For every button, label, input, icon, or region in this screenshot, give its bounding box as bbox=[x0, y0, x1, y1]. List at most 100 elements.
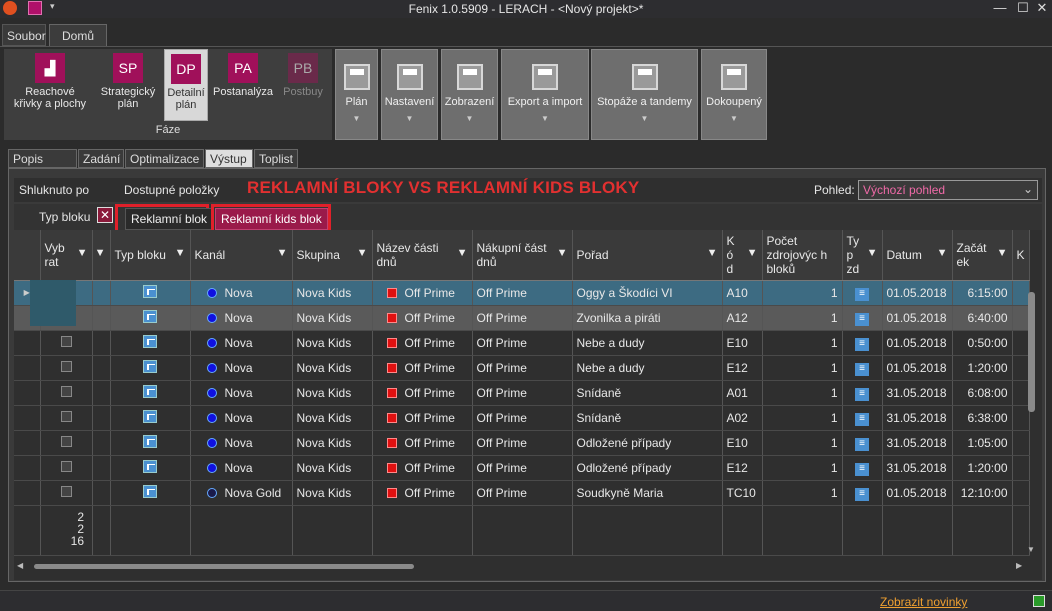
channel-name: Nova Gold bbox=[224, 485, 282, 500]
export-import-menu-button[interactable]: Export a import ▼ bbox=[501, 49, 589, 140]
col-extra[interactable]: K bbox=[1012, 230, 1030, 281]
table-row[interactable]: ▶✓NovaNova KidsOff PrimeOff PrimeOggy a … bbox=[14, 280, 1030, 306]
row-indicator[interactable] bbox=[14, 355, 41, 381]
select-checkbox[interactable] bbox=[60, 410, 72, 422]
table-row[interactable]: Nova Nova Kids Off Prime Off Prime Nebe a du… bbox=[14, 330, 1030, 356]
chip-reklamni-blok[interactable]: Reklamní blok bbox=[125, 208, 214, 230]
detailed-plan-button[interactable]: DP Detailní plán bbox=[164, 49, 208, 121]
chip-reklamni-kids-blok[interactable]: Reklamní kids blok bbox=[215, 208, 328, 230]
filter-icon[interactable]: ▼ bbox=[457, 246, 468, 260]
select-cell[interactable] bbox=[40, 480, 93, 506]
maximize-button[interactable]: ☐ bbox=[1013, 0, 1033, 16]
tab-toplist[interactable]: Toplist bbox=[254, 149, 298, 168]
table-row[interactable]: Nova Gold Nova Kids Off Prime Off Prime Soud… bbox=[14, 480, 1030, 506]
show-news-link[interactable]: Zobrazit novinky bbox=[880, 595, 967, 609]
col-skupina[interactable]: Skupina ▼ bbox=[292, 230, 373, 281]
tab-optimalizace[interactable]: Optimalizace bbox=[125, 149, 204, 168]
view-icon bbox=[456, 64, 483, 90]
col-typ-bloku[interactable]: Typ bloku ▼ bbox=[110, 230, 191, 281]
col-kod[interactable]: K ó d ▼ bbox=[722, 230, 763, 281]
available-items-button[interactable]: Dostupné položky bbox=[124, 183, 219, 197]
cell-skupina: Nova Kids bbox=[292, 355, 373, 381]
plan-menu-button[interactable]: Plán ▼ bbox=[335, 49, 378, 140]
cell-porad: Snídaně bbox=[572, 380, 723, 406]
cell-nakupni: Off Prime bbox=[472, 455, 573, 481]
remove-group-icon[interactable]: ✕ bbox=[97, 207, 113, 223]
filter-icon[interactable]: ▼ bbox=[95, 246, 106, 260]
filter-icon[interactable]: ▼ bbox=[557, 246, 568, 260]
col-empty[interactable]: ▼ bbox=[92, 230, 111, 281]
filter-icon[interactable]: ▼ bbox=[357, 246, 368, 260]
pb-icon: PB bbox=[288, 53, 318, 83]
scroll-left-icon[interactable]: ◀ bbox=[17, 561, 23, 570]
col-porad[interactable]: Pořad ▼ bbox=[572, 230, 723, 281]
filter-icon[interactable]: ▼ bbox=[867, 246, 878, 260]
table-row[interactable]: Nova Nova Kids Off Prime Off Prime Nebe a du… bbox=[14, 355, 1030, 381]
scroll-right-icon[interactable]: ▶ bbox=[1016, 561, 1022, 570]
reach-curves-button[interactable]: ▟ Reachové křivky a plochy bbox=[8, 49, 92, 121]
table-row[interactable]: Nova Nova Kids Off Prime Off Prime Odložené … bbox=[14, 430, 1030, 456]
select-checkbox[interactable] bbox=[60, 460, 72, 472]
filter-icon[interactable]: ▼ bbox=[77, 246, 88, 260]
col-pocet-zdroju[interactable]: Počet zdrojovýc h bloků bbox=[762, 230, 843, 281]
source-type-icon: ≡ bbox=[855, 462, 869, 476]
col-kanal[interactable]: Kanál ▼ bbox=[190, 230, 293, 281]
col-zacatek[interactable]: Začát ek ▼ bbox=[952, 230, 1013, 281]
col-datum[interactable]: Datum ▼ bbox=[882, 230, 953, 281]
col-typ-zdroje[interactable]: Ty p zd ▼ bbox=[842, 230, 883, 281]
row-indicator[interactable] bbox=[14, 330, 41, 356]
purchased-menu-button[interactable]: Dokoupený ▼ bbox=[701, 49, 767, 140]
select-cell[interactable] bbox=[40, 430, 93, 456]
settings-menu-button[interactable]: Nastavení ▼ bbox=[381, 49, 438, 140]
row-indicator[interactable] bbox=[14, 430, 41, 456]
cell-typ-bloku bbox=[110, 430, 191, 456]
row-indicator[interactable] bbox=[14, 480, 41, 506]
select-checkbox[interactable] bbox=[60, 435, 72, 447]
daypart-name: Off Prime bbox=[404, 335, 455, 350]
scroll-down-icon[interactable]: ▼ bbox=[1027, 545, 1035, 554]
table-row[interactable]: ✓NovaNova KidsOff PrimeOff PrimeZvonilka… bbox=[14, 305, 1030, 331]
filter-icon[interactable]: ▼ bbox=[747, 246, 758, 260]
select-checkbox[interactable] bbox=[60, 360, 72, 372]
table-row[interactable]: Nova Nova Kids Off Prime Off Prime Snídaně A0… bbox=[14, 405, 1030, 431]
spots-tandems-menu-button[interactable]: Stopáže a tandemy ▼ bbox=[591, 49, 698, 140]
vertical-scroll-thumb[interactable] bbox=[1028, 292, 1035, 412]
view-menu-button[interactable]: Zobrazení ▼ bbox=[441, 49, 498, 140]
strategic-plan-button[interactable]: SP Strategický plán bbox=[96, 49, 160, 121]
postbuy-button[interactable]: PB Postbuy bbox=[278, 49, 328, 121]
filter-icon[interactable]: ▼ bbox=[937, 246, 948, 260]
cell-pocet: 1 bbox=[762, 380, 843, 406]
select-cell[interactable] bbox=[40, 380, 93, 406]
filter-icon[interactable]: ▼ bbox=[277, 246, 288, 260]
view-select[interactable]: Výchozí pohled ⌄ bbox=[858, 180, 1038, 200]
tab-zadani[interactable]: Zadání bbox=[78, 149, 124, 168]
filter-icon[interactable]: ▼ bbox=[707, 246, 718, 260]
select-cell[interactable] bbox=[40, 405, 93, 431]
table-row[interactable]: Nova Nova Kids Off Prime Off Prime Snídaně A0… bbox=[14, 380, 1030, 406]
select-checkbox[interactable] bbox=[60, 335, 72, 347]
row-indicator[interactable] bbox=[14, 405, 41, 431]
col-nazev-casti-dnu[interactable]: Název části dnů ▼ bbox=[372, 230, 473, 281]
table-row[interactable]: Nova Nova Kids Off Prime Off Prime Odložené … bbox=[14, 455, 1030, 481]
select-checkbox[interactable] bbox=[60, 385, 72, 397]
select-cell[interactable] bbox=[40, 455, 93, 481]
block-type-icon bbox=[143, 384, 157, 398]
filter-icon[interactable]: ▼ bbox=[997, 246, 1008, 260]
filter-icon[interactable]: ▼ bbox=[175, 246, 186, 260]
tab-vystup[interactable]: Výstup bbox=[205, 149, 253, 168]
minimize-button[interactable]: — bbox=[990, 0, 1010, 16]
select-cell[interactable] bbox=[40, 330, 93, 356]
select-checkbox[interactable] bbox=[60, 485, 72, 497]
menu-tab-soubor[interactable]: Soubor bbox=[2, 24, 46, 46]
col-nakupni-cast-dnu[interactable]: Nákupní část dnů ▼ bbox=[472, 230, 573, 281]
row-indicator[interactable] bbox=[14, 455, 41, 481]
tab-popis-planu[interactable]: Popis plánu bbox=[8, 149, 77, 180]
menu-tab-domu[interactable]: Domů bbox=[49, 24, 107, 46]
select-cell[interactable] bbox=[40, 355, 93, 381]
col-vybrat[interactable]: Vyb rat ▼ bbox=[40, 230, 93, 281]
postanalysis-button[interactable]: PA Postanalýza bbox=[210, 49, 276, 121]
row-indicator[interactable] bbox=[14, 380, 41, 406]
horizontal-scroll-thumb[interactable] bbox=[34, 564, 414, 569]
cell-porad: Odložené případy bbox=[572, 455, 723, 481]
close-button[interactable]: ✕ bbox=[1032, 0, 1052, 16]
